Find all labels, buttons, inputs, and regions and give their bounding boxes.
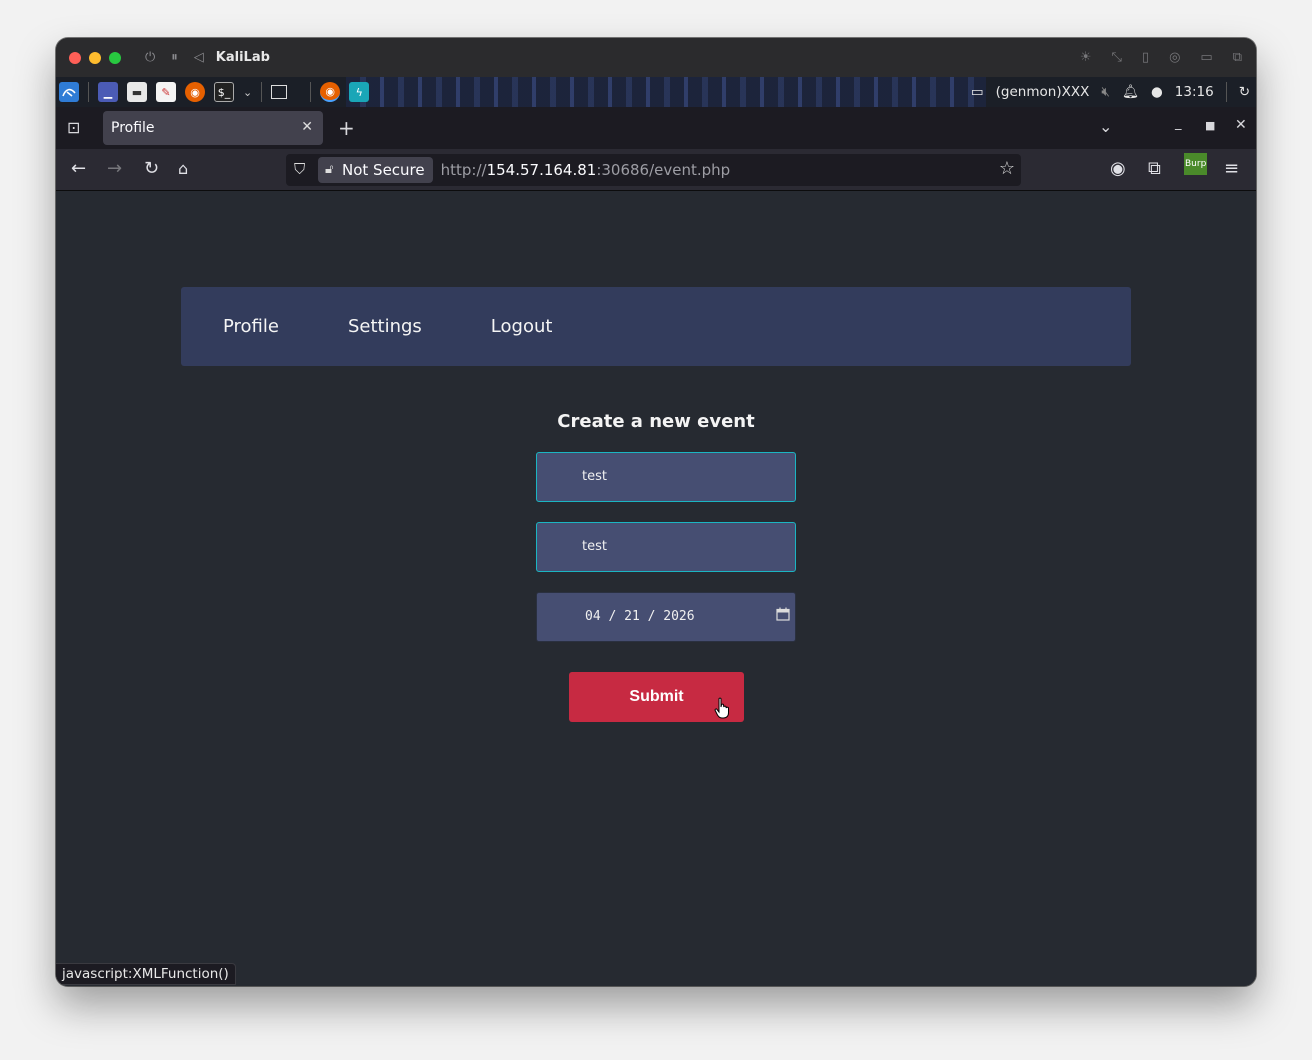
url-scheme: http://	[440, 161, 487, 179]
usb-icon[interactable]: ▯	[1142, 50, 1149, 65]
power-status-icon[interactable]: ●	[1151, 84, 1163, 100]
nav-link-settings[interactable]: Settings	[348, 316, 422, 337]
brightness-icon[interactable]: ☀	[1080, 50, 1092, 65]
burp-extension-icon[interactable]: Burp●	[1184, 153, 1208, 180]
shield-icon[interactable]: ⛉	[294, 160, 305, 178]
hand-cursor-icon	[714, 697, 729, 719]
not-secure-label: Not Secure	[342, 161, 425, 179]
tab-bar: ⊡ Profile ✕ + ⌄ _ ■ ✕	[56, 107, 1256, 149]
minimize-window-button[interactable]	[89, 51, 101, 64]
minimize-icon[interactable]: _	[1175, 116, 1182, 131]
nav-link-logout[interactable]: Logout	[491, 316, 553, 337]
bookmark-star-icon[interactable]: ☆	[999, 158, 1015, 179]
vm-title: KaliLab	[215, 50, 270, 65]
home-icon[interactable]: ⌂	[178, 158, 188, 180]
url-host: 154.57.164.81	[486, 161, 597, 179]
burp-task-icon[interactable]: ϟ	[349, 82, 370, 102]
url-path: :30686/event.php	[596, 161, 731, 179]
nav-toolbar: ← → ↻ ⌂ ⛉ 🔓︎ Not Secure http://154.57.16…	[56, 149, 1256, 191]
text-editor-icon[interactable]: ✎	[156, 82, 176, 102]
burp-badge: Burp	[1184, 153, 1208, 175]
link-status-bar: javascript:XMLFunction()	[56, 963, 236, 985]
form-title: Create a new event	[557, 411, 755, 432]
firefox-launcher-icon[interactable]: ◉	[185, 82, 205, 102]
url-text[interactable]: http://154.57.164.81:30686/event.php	[441, 161, 731, 179]
folder-icon[interactable]: ▭	[1200, 50, 1212, 65]
mute-icon[interactable]: 🔇︎	[1101, 84, 1110, 100]
desktop-panel: ▁ ▬ ✎ ◉ $_ ⌄ ◉ ϟ ▭ (genmon)XXX 🔇︎ 🔔︎ ● 1…	[56, 77, 1256, 107]
back-triangle-icon[interactable]: ◁	[194, 50, 204, 65]
power-icon[interactable]: ⏻	[145, 50, 155, 65]
bell-icon[interactable]: 🔔︎	[1122, 84, 1139, 100]
list-tabs-icon[interactable]: ⌄	[1099, 117, 1112, 136]
clock[interactable]: 13:16	[1175, 84, 1214, 100]
close-window-button[interactable]	[69, 51, 81, 64]
site-info-button[interactable]: 🔓︎ Not Secure	[318, 157, 433, 183]
date-value: 04 / 21 / 2026	[585, 609, 695, 624]
event-date-input[interactable]: 04 / 21 / 2026	[536, 592, 796, 642]
calendar-icon[interactable]	[776, 607, 790, 621]
kali-menu-icon[interactable]	[59, 82, 79, 102]
account-icon[interactable]: ◉	[1110, 158, 1126, 180]
lock-slash-icon: 🔓︎	[325, 162, 334, 177]
resize-icon[interactable]: ⤡	[1112, 50, 1122, 65]
terminal-icon[interactable]: $_	[214, 82, 234, 102]
forward-arrow-icon[interactable]: →	[107, 158, 122, 180]
nav-link-profile[interactable]: Profile	[223, 316, 279, 337]
site-navbar: Profile Settings Logout	[181, 287, 1131, 366]
new-tab-icon[interactable]: +	[338, 116, 355, 140]
tab-close-icon[interactable]: ✕	[301, 119, 313, 135]
page-content: Profile Settings Logout Create a new eve…	[56, 192, 1256, 986]
chevron-down-icon[interactable]: ⌄	[243, 86, 252, 99]
tab-overview-icon[interactable]: ⊡	[67, 118, 80, 137]
event-description-input[interactable]: test	[536, 522, 796, 572]
menu-icon[interactable]: ≡	[1224, 158, 1239, 180]
monitor-icon: ▭	[970, 84, 984, 100]
windows-icon[interactable]: ⧉	[1233, 50, 1242, 65]
window-controls	[69, 51, 121, 64]
genmon-label: (genmon)XXX	[995, 84, 1090, 100]
maximize-icon[interactable]: ■	[1205, 119, 1215, 132]
tab-title: Profile	[111, 120, 155, 136]
reload-icon[interactable]: ↻	[144, 158, 159, 180]
settings-icon[interactable]: ◎	[1169, 50, 1180, 65]
event-name-input[interactable]: test	[536, 452, 796, 502]
zoom-window-button[interactable]	[109, 51, 121, 64]
back-arrow-icon[interactable]: ←	[71, 158, 86, 180]
tab-profile[interactable]: Profile ✕	[103, 111, 323, 145]
extensions-icon[interactable]: ⧉	[1148, 158, 1161, 180]
pause-icon[interactable]: ⏸	[171, 50, 178, 65]
vm-title-bar: ⏻ ⏸ ◁ KaliLab ☀ ⤡ ▯ ◎ ▭ ⧉	[56, 38, 1256, 77]
workspace-icon[interactable]	[271, 85, 288, 99]
address-bar[interactable]: ⛉ 🔓︎ Not Secure http://154.57.164.81:306…	[286, 154, 1021, 186]
desktop-icon[interactable]: ▁	[98, 82, 118, 102]
panel-wallpaper	[346, 77, 986, 107]
file-manager-icon[interactable]: ▬	[127, 82, 147, 102]
browser-window: ⏻ ⏸ ◁ KaliLab ☀ ⤡ ▯ ◎ ▭ ⧉ ▁ ▬ ✎ ◉ $_ ⌄ ◉…	[56, 38, 1256, 986]
firefox-task-icon[interactable]: ◉	[320, 82, 341, 102]
close-browser-icon[interactable]: ✕	[1235, 117, 1247, 133]
refresh-session-icon[interactable]: ↻	[1239, 84, 1250, 100]
